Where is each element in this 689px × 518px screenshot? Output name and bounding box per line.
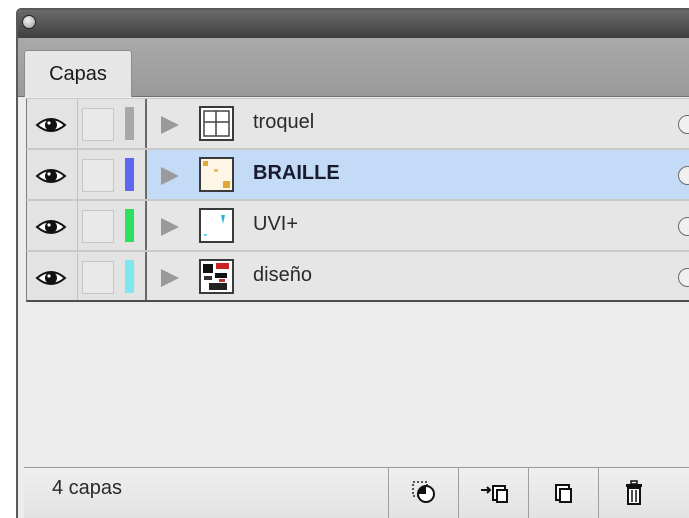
eye-icon — [35, 169, 67, 183]
layers-empty-area — [18, 310, 689, 466]
delete-layer-button[interactable] — [598, 468, 668, 518]
layer-thumbnail — [199, 259, 234, 294]
visibility-toggle[interactable] — [27, 150, 78, 199]
layer-controls — [27, 150, 147, 199]
tab-capas[interactable]: Capas — [24, 50, 132, 97]
title-bar[interactable] — [18, 10, 689, 38]
layer-thumbnail — [199, 106, 234, 141]
layer-row[interactable]: UVI+ — [26, 200, 689, 251]
circle-icon[interactable] — [678, 217, 689, 236]
eye-icon — [35, 220, 67, 234]
layers-panel: Capas troquel BRAILLE UVI+ diseño 4 capa… — [16, 8, 689, 518]
layer-row[interactable]: diseño — [26, 251, 689, 302]
visibility-toggle[interactable] — [27, 252, 78, 300]
layer-name[interactable]: diseño — [253, 264, 312, 287]
layer-row[interactable]: BRAILLE — [26, 149, 689, 200]
layer-controls — [27, 99, 147, 148]
panel-footer: 4 capas — [24, 467, 689, 518]
layer-count: 4 capas — [52, 477, 123, 499]
eye-icon — [35, 271, 67, 285]
layer-row[interactable]: troquel — [26, 98, 689, 149]
make-clipping-mask-button[interactable] — [388, 468, 458, 518]
lock-toggle[interactable] — [82, 108, 114, 141]
triangle-right-icon[interactable] — [161, 218, 179, 236]
lock-toggle[interactable] — [82, 261, 114, 294]
layers-list: troquel BRAILLE UVI+ diseño — [26, 98, 689, 302]
layer-controls — [27, 252, 147, 300]
triangle-right-icon[interactable] — [161, 116, 179, 134]
close-icon[interactable] — [22, 15, 36, 29]
clipping-mask-icon — [412, 481, 435, 503]
layer-thumbnail — [199, 157, 234, 192]
layer-color-swatch — [125, 158, 134, 191]
circle-icon[interactable] — [678, 166, 689, 185]
eye-icon — [35, 118, 67, 132]
circle-icon[interactable] — [678, 268, 689, 287]
visibility-toggle[interactable] — [27, 201, 78, 250]
circle-icon[interactable] — [678, 115, 689, 134]
trash-icon — [626, 480, 642, 505]
new-sublayer-icon — [481, 485, 508, 503]
triangle-right-icon[interactable] — [161, 269, 179, 287]
create-new-sublayer-button[interactable] — [458, 468, 528, 518]
tab-bar: Capas — [18, 38, 689, 97]
lock-toggle[interactable] — [82, 210, 114, 243]
layer-name[interactable]: BRAILLE — [253, 162, 340, 185]
lock-toggle[interactable] — [82, 159, 114, 192]
layer-name[interactable]: UVI+ — [253, 213, 298, 236]
layer-color-swatch — [125, 260, 134, 293]
layer-color-swatch — [125, 107, 134, 140]
visibility-toggle[interactable] — [27, 99, 78, 148]
layer-color-swatch — [125, 209, 134, 242]
new-layer-icon — [555, 484, 572, 503]
create-new-layer-button[interactable] — [528, 468, 598, 518]
layer-controls — [27, 201, 147, 250]
layer-thumbnail — [199, 208, 234, 243]
layer-name[interactable]: troquel — [253, 111, 314, 134]
triangle-right-icon[interactable] — [161, 167, 179, 185]
